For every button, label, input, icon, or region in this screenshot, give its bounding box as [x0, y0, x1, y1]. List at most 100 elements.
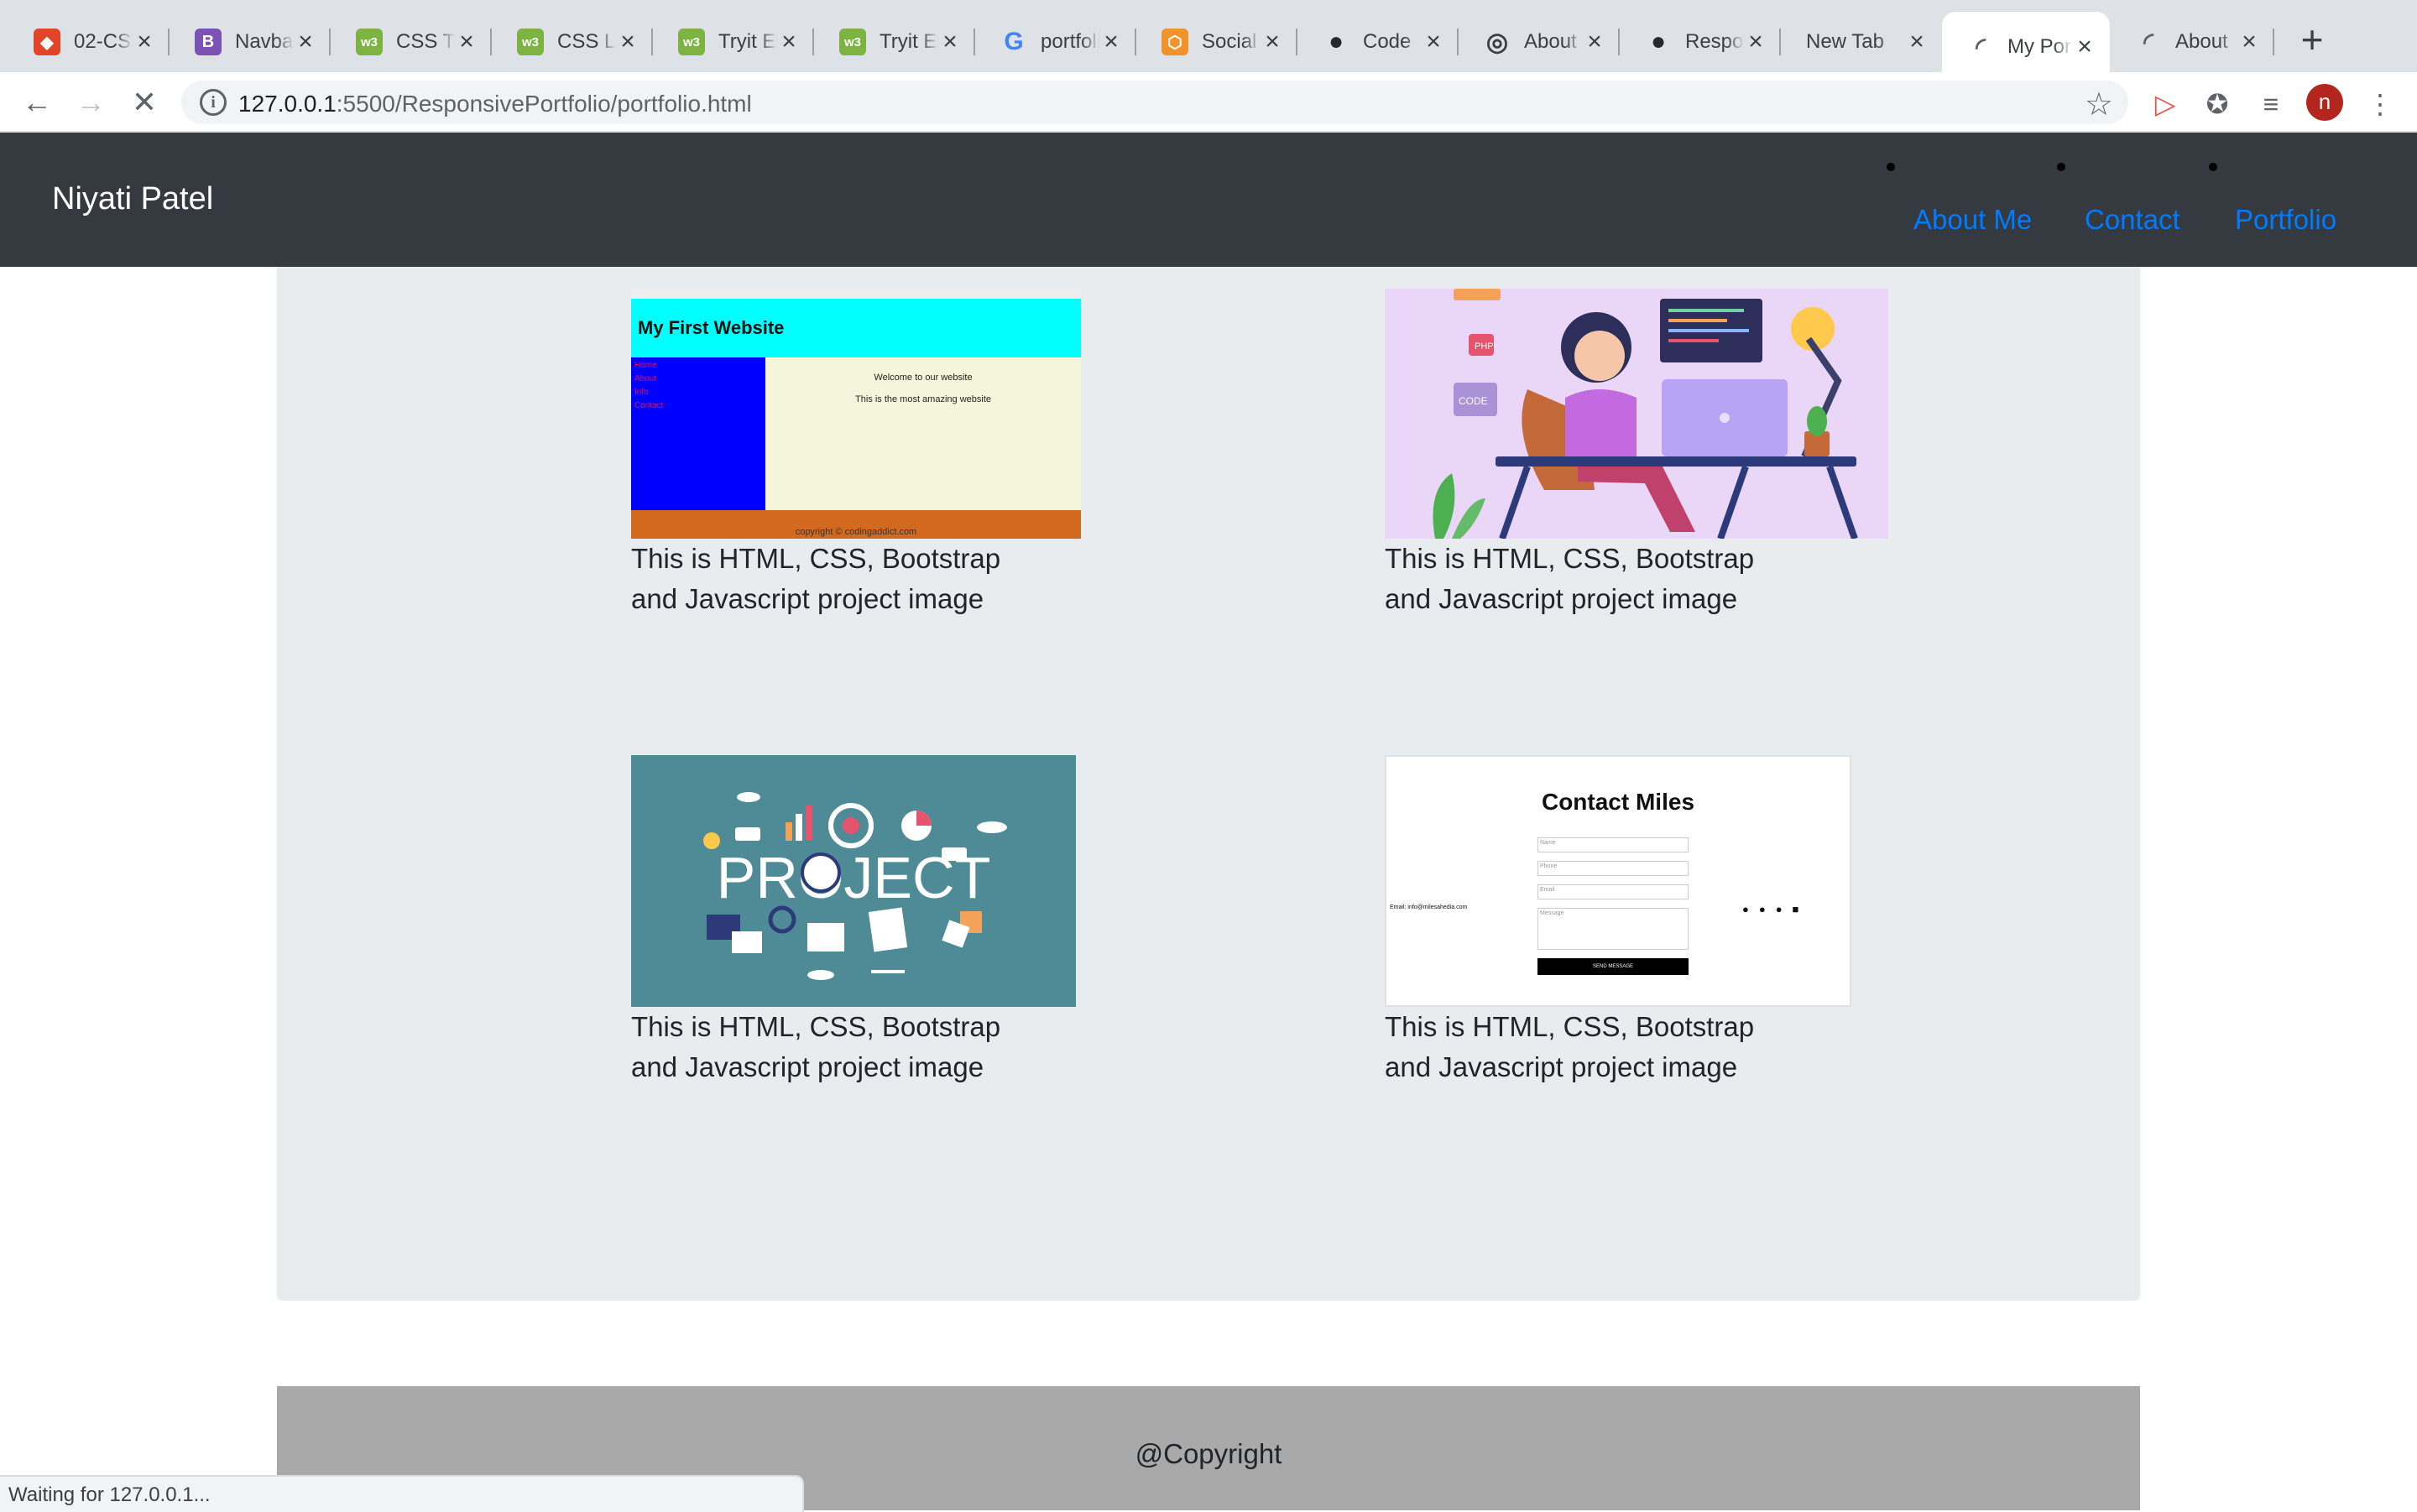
gitlab-icon: ◆: [34, 29, 60, 55]
target-center: [843, 817, 859, 834]
code-line: [1668, 319, 1727, 322]
tab-title: Social: [1202, 30, 1257, 53]
thumb-menu-item: About: [634, 374, 657, 383]
thumb-field-phone: Phone: [1537, 861, 1689, 876]
floor-plant: [1452, 498, 1485, 539]
envelope-icon: [732, 931, 762, 953]
nav-bullet-2: [2057, 163, 2065, 171]
browser-tab[interactable]: ● Code ×: [1297, 12, 1459, 72]
browser-tab[interactable]: w3 CSS Layout×: [492, 12, 653, 72]
project-image-coder-girl[interactable]: PHP CODE: [1385, 289, 1888, 539]
forward-icon[interactable]: →: [72, 84, 109, 121]
cactus: [1807, 406, 1827, 436]
browser-tab[interactable]: ⬡ Social ×: [1136, 12, 1297, 72]
code-badge-text: CODE: [1459, 395, 1488, 407]
back-icon[interactable]: ←: [18, 84, 55, 121]
project-caption: This is HTML, CSS, Bootstrap and Javascr…: [1385, 1007, 1771, 1087]
bar-icon: [786, 822, 792, 841]
thumb-social-icons: ●●●■: [1742, 903, 1809, 915]
w3schools-icon: w3: [678, 29, 705, 55]
browser-tab[interactable]: B Navbar ×: [170, 12, 331, 72]
thumb-browser-bar: [631, 289, 1081, 299]
browser-tab[interactable]: w3 Tryit Editor×: [653, 12, 814, 72]
project-card-2: PHP CODE This is HTML, CSS, Bootstrap an…: [1385, 289, 1888, 619]
thumb-site-welcome: Welcome to our website: [874, 373, 973, 383]
bookmark-star-icon[interactable]: ☆: [2085, 86, 2113, 123]
address-bar[interactable]: i 127.0.0.1:5500/ResponsivePortfolio/por…: [181, 81, 2128, 124]
caption-line: This is HTML, CSS, Bootstrap: [631, 543, 1001, 574]
new-tab-button[interactable]: +: [2291, 20, 2333, 62]
stop-loading-icon[interactable]: ✕: [126, 84, 163, 121]
tab-close-icon[interactable]: ×: [1422, 29, 1445, 55]
deco-tag: [1454, 289, 1501, 300]
browser-tab[interactable]: ◎ About ×: [1459, 12, 1620, 72]
chat-bubble-icon: [735, 827, 760, 841]
chat-bubble-icon: [942, 847, 967, 861]
clock-icon: [801, 852, 841, 893]
thumb-menu-item: Info: [634, 388, 649, 397]
browser-tab[interactable]: w3 CSS Tutorial×: [331, 12, 492, 72]
url-text[interactable]: 127.0.0.1:5500/ResponsivePortfolio/portf…: [238, 91, 752, 117]
tab-title: My Portfolio: [2007, 35, 2073, 58]
tab-strip: ◆02-CSS×BNavbar×w3CSS Tutorial×w3CSS Lay…: [0, 0, 2417, 82]
nav-bullet-3: [2209, 163, 2217, 171]
nav-link-contact[interactable]: Contact: [2085, 204, 2180, 236]
thumb-site-menu: Home About Info Contact: [634, 359, 663, 413]
media-queue-icon[interactable]: ≡: [2256, 89, 2286, 119]
floor-plant: [1433, 473, 1455, 539]
tab-close-icon[interactable]: ×: [616, 29, 639, 55]
status-bubble: Waiting for 127.0.0.1...: [0, 1475, 804, 1512]
caption-line: This is HTML, CSS, Bootstrap: [631, 1011, 1001, 1042]
tab-close-icon[interactable]: ×: [1905, 29, 1929, 55]
caption-line: and Javascript project image: [631, 583, 984, 614]
github-icon: ●: [1650, 28, 1667, 55]
tab-title: About: [1524, 30, 1577, 53]
project-card-3: PROJECT This is HTML, CSS, Bootstrap and…: [631, 755, 1076, 1087]
tab-title: Responsive: [1685, 30, 1744, 53]
browser-tab[interactable]: ● Responsive×: [1620, 12, 1781, 72]
tab-title: 02-CSS: [74, 30, 133, 53]
tab-close-icon[interactable]: ×: [294, 29, 317, 55]
thumb-site-footer-text: copyright © codingaddict.com: [795, 527, 917, 537]
tab-close-icon[interactable]: ×: [2237, 29, 2261, 55]
tab-close-icon[interactable]: ×: [1583, 29, 1606, 55]
project-card-1: My First Website Home About Info Contact…: [631, 289, 1081, 619]
site-info-icon[interactable]: i: [200, 89, 227, 116]
site-brand[interactable]: Niyati Patel: [52, 181, 213, 217]
loading-icon: ◜: [2143, 28, 2153, 56]
code-line: [1668, 309, 1744, 312]
tab-close-icon[interactable]: ×: [777, 29, 801, 55]
w3schools-icon: w3: [517, 29, 544, 55]
site-navbar: Niyati Patel About Me Contact Portfolio: [0, 133, 2417, 267]
tab-close-icon[interactable]: ×: [1099, 29, 1123, 55]
browser-tab[interactable]: ◜ About ×: [2110, 12, 2274, 72]
browser-tab[interactable]: w3 Tryit Editor×: [814, 12, 975, 72]
google-icon: G: [1004, 28, 1024, 55]
project-image-first-website[interactable]: My First Website Home About Info Contact…: [631, 289, 1081, 539]
project-image-project[interactable]: PROJECT: [631, 755, 1076, 1007]
tab-close-icon[interactable]: ×: [2073, 34, 2096, 60]
nav-bullet-1: [1887, 163, 1895, 171]
tab-title: Navbar: [235, 30, 294, 53]
thumb-send-button: SEND MESSAGE: [1537, 958, 1689, 975]
extension-cast-icon[interactable]: ▷: [2150, 89, 2180, 119]
extensions-puzzle-icon[interactable]: ✪: [2202, 89, 2232, 119]
tab-title: Code: [1363, 30, 1412, 53]
browser-tab[interactable]: Gportfolio×: [975, 12, 1136, 72]
menu-kebab-icon[interactable]: ⋮: [2365, 89, 2395, 119]
project-image-contact-miles[interactable]: Contact Miles Name Phone Email Message S…: [1385, 755, 1851, 1007]
tab-close-icon[interactable]: ×: [938, 29, 962, 55]
nav-link-portfolio[interactable]: Portfolio: [2235, 204, 2336, 236]
browser-tab[interactable]: New Tab ×: [1781, 12, 1942, 72]
tab-close-icon[interactable]: ×: [1261, 29, 1284, 55]
profile-avatar[interactable]: n: [2306, 84, 2343, 121]
nav-link-about-me[interactable]: About Me: [1913, 204, 2032, 236]
tab-close-icon[interactable]: ×: [1744, 29, 1767, 55]
tab-close-icon[interactable]: ×: [455, 29, 478, 55]
thumb-field-email: Email: [1537, 884, 1689, 899]
caption-line: This is HTML, CSS, Bootstrap: [1385, 543, 1755, 574]
girl-pants: [1578, 456, 1695, 532]
browser-tab[interactable]: ◆ 02-CSS×: [8, 12, 170, 72]
tab-close-icon[interactable]: ×: [133, 29, 156, 55]
laptop-logo: [1720, 413, 1730, 423]
